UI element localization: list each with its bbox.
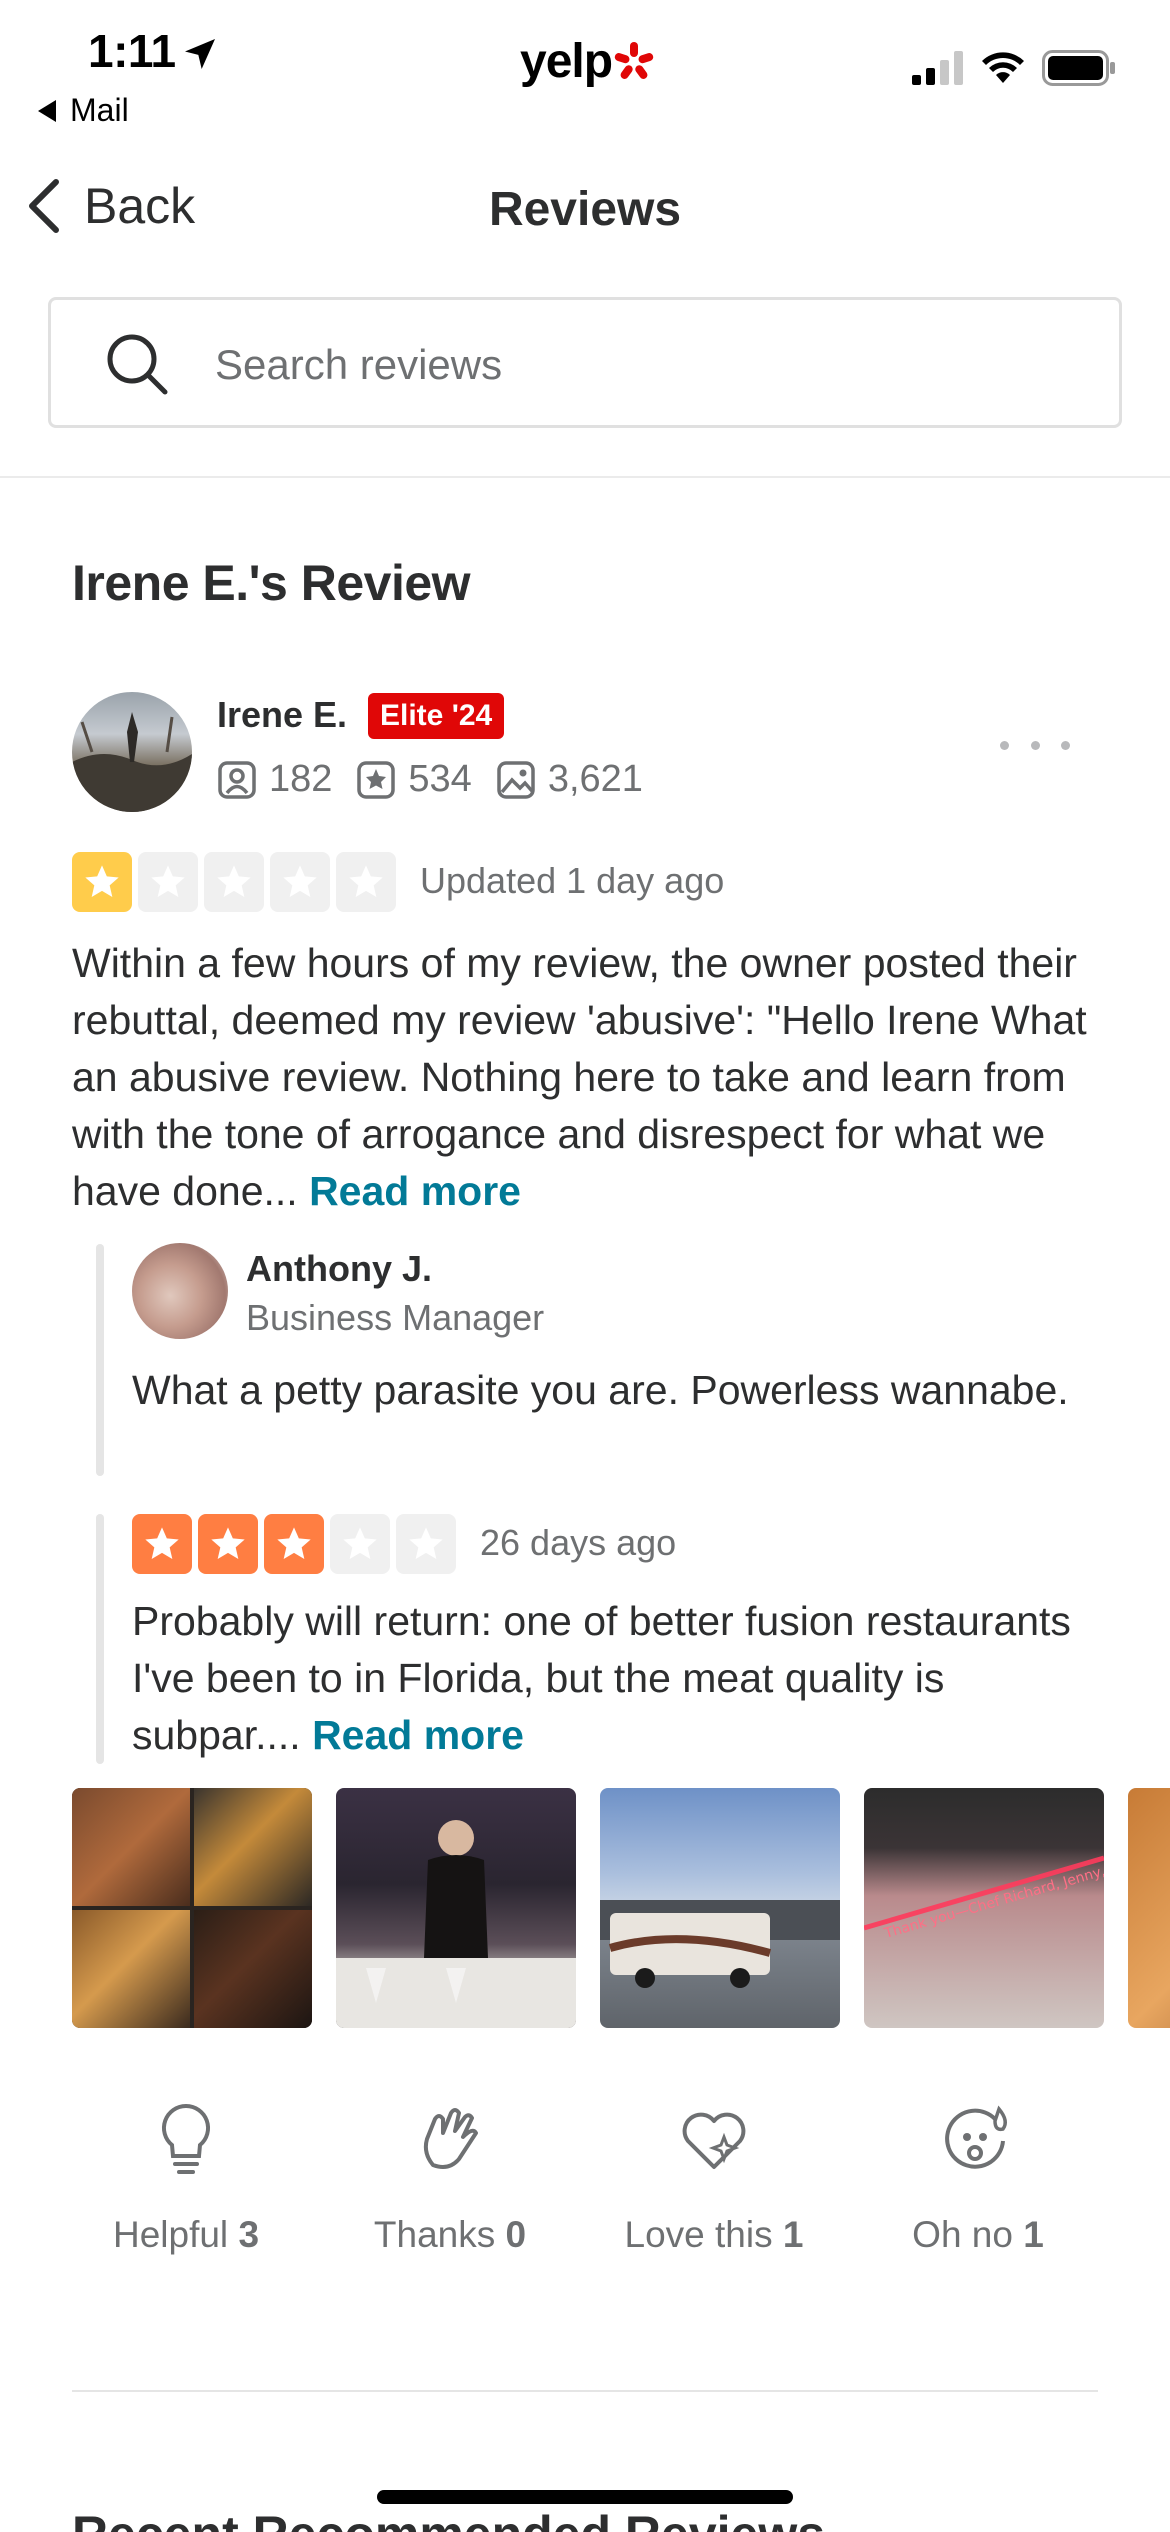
avatar-photo bbox=[72, 712, 192, 812]
photo-carousel[interactable]: Thank you—Chef Richard, Jenny, Lily & Vi… bbox=[72, 1788, 1170, 2028]
love-this-button[interactable]: Love this 1 bbox=[594, 2098, 834, 2256]
yelp-burst-icon bbox=[614, 41, 654, 79]
reaction-bar: Helpful 3 Thanks 0 Love this 1 Oh no 1 bbox=[60, 2098, 1110, 2298]
love-this-count: 1 bbox=[782, 2214, 804, 2255]
helpful-button[interactable]: Helpful 3 bbox=[66, 2098, 306, 2256]
heart-sparkle-icon bbox=[672, 2098, 756, 2182]
review-text: Within a few hours of my review, the own… bbox=[72, 935, 1112, 1220]
wifi-icon bbox=[982, 52, 1024, 83]
clapping-hands-icon bbox=[408, 2098, 492, 2182]
shocked-face-icon bbox=[936, 2098, 1020, 2182]
neon-sign-photo: Thank you—Chef Richard, Jenny, Lily & Vi… bbox=[864, 1819, 1104, 1942]
star-empty-icon bbox=[330, 1514, 390, 1574]
reviewer-stats: 182 534 3,621 bbox=[217, 758, 657, 801]
photo-thumbnail[interactable] bbox=[1128, 1788, 1170, 2028]
reviewer-name[interactable]: Irene E. bbox=[217, 694, 347, 736]
review-body: Within a few hours of my review, the own… bbox=[72, 940, 1087, 1214]
photo-thumbnail[interactable]: Thank you—Chef Richard, Jenny, Lily & Vi… bbox=[864, 1788, 1104, 2028]
back-app-label: Mail bbox=[70, 92, 129, 128]
reviews-star-icon bbox=[357, 760, 396, 799]
review-rating-stars bbox=[72, 852, 396, 912]
photo-thumbnail[interactable] bbox=[72, 1788, 312, 2028]
business-reply-text: What a petty parasite you are. Powerless… bbox=[132, 1367, 1069, 1413]
previous-review-rating-stars bbox=[132, 1514, 456, 1574]
status-time: 1:11 bbox=[88, 25, 176, 77]
nav-bar: Back Reviews bbox=[0, 160, 1170, 255]
reviews-stat: 534 bbox=[356, 758, 472, 801]
star-empty-icon bbox=[204, 852, 264, 912]
thread-line bbox=[96, 1514, 104, 1764]
previous-review-body: Probably will return: one of better fusi… bbox=[132, 1598, 1071, 1758]
friends-stat: 182 bbox=[217, 758, 332, 801]
search-icon bbox=[107, 334, 168, 395]
previous-review-date: 26 days ago bbox=[480, 1522, 677, 1563]
oh-no-count: 1 bbox=[1023, 2214, 1044, 2255]
photos-stat: 3,621 bbox=[496, 758, 643, 801]
friends-icon bbox=[218, 760, 256, 799]
back-to-mail-link[interactable]: Mail bbox=[38, 92, 129, 129]
review-section-title: Irene E.'s Review bbox=[72, 555, 471, 611]
star-empty-icon bbox=[396, 1514, 456, 1574]
status-bar: 1:11 Mail yelp bbox=[0, 0, 1170, 140]
thread-line bbox=[96, 1244, 104, 1476]
friends-count: 182 bbox=[269, 758, 333, 800]
page-title: Reviews bbox=[488, 183, 682, 236]
lightbulb-icon bbox=[144, 2098, 228, 2182]
server-photo bbox=[336, 1820, 576, 2028]
elite-badge: Elite '24 bbox=[368, 693, 505, 739]
search-box[interactable] bbox=[48, 297, 1122, 428]
signal-icon bbox=[912, 51, 963, 85]
thanks-button[interactable]: Thanks 0 bbox=[330, 2098, 570, 2256]
review-date: Updated 1 day ago bbox=[420, 860, 725, 901]
read-more-link[interactable]: Read more bbox=[309, 1168, 521, 1214]
oh-no-button[interactable]: Oh no 1 bbox=[858, 2098, 1098, 2256]
yelp-logo-text: yelp bbox=[520, 35, 613, 88]
photos-icon bbox=[497, 760, 535, 799]
helpful-label: Helpful 3 bbox=[112, 2214, 260, 2255]
rv-photo bbox=[600, 1900, 840, 1988]
star-filled-icon bbox=[198, 1514, 258, 1574]
photos-count: 3,621 bbox=[547, 758, 643, 800]
photo-thumbnail[interactable] bbox=[336, 1788, 576, 2028]
location-arrow-icon bbox=[185, 39, 215, 69]
back-triangle-icon bbox=[38, 99, 56, 122]
status-indicators bbox=[912, 50, 1116, 86]
avatar[interactable] bbox=[72, 692, 192, 812]
star-filled-icon bbox=[72, 852, 132, 912]
star-filled-icon bbox=[132, 1514, 192, 1574]
business-owner-name[interactable]: Anthony J. bbox=[246, 1248, 432, 1290]
helpful-count: 3 bbox=[238, 2214, 260, 2255]
previous-review-text: Probably will return: one of better fusi… bbox=[132, 1593, 1112, 1764]
thanks-label: Thanks 0 bbox=[373, 2214, 527, 2255]
previous-read-more-link[interactable]: Read more bbox=[312, 1712, 524, 1758]
more-options-icon[interactable] bbox=[1000, 730, 1070, 760]
neon-sign-text: Thank you—Chef Richard, Jenny, Lily & Vi… bbox=[882, 1819, 1104, 1942]
oh-no-label: Oh no 1 bbox=[912, 2214, 1044, 2255]
thanks-count: 0 bbox=[505, 2214, 527, 2255]
reviews-count: 534 bbox=[408, 758, 472, 800]
photo-thumbnail[interactable] bbox=[600, 1788, 840, 2028]
yelp-logo: yelp bbox=[520, 34, 656, 89]
star-empty-icon bbox=[138, 852, 198, 912]
star-empty-icon bbox=[336, 852, 396, 912]
love-this-label: Love this 1 bbox=[624, 2214, 804, 2255]
divider bbox=[72, 2390, 1098, 2392]
star-empty-icon bbox=[270, 852, 330, 912]
battery-icon bbox=[1042, 50, 1115, 86]
divider bbox=[0, 476, 1170, 478]
business-owner-role: Business Manager bbox=[246, 1297, 545, 1338]
next-section-heading: Recent Recommended Reviews bbox=[72, 2505, 825, 2532]
search-input[interactable] bbox=[215, 330, 1075, 400]
star-filled-icon bbox=[264, 1514, 324, 1574]
business-avatar[interactable] bbox=[132, 1243, 228, 1339]
home-indicator[interactable] bbox=[377, 2490, 793, 2504]
